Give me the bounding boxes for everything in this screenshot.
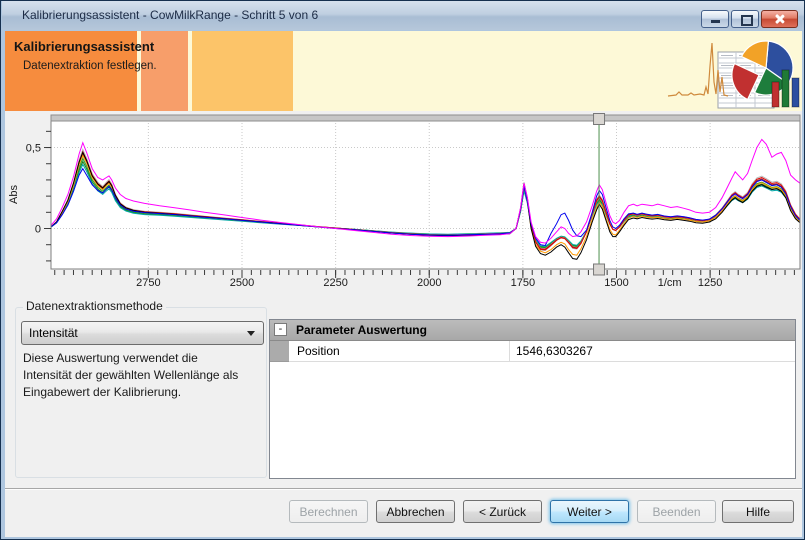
svg-text:2250: 2250: [323, 277, 347, 289]
close-icon: [774, 14, 785, 25]
beenden-button[interactable]: Beenden: [637, 500, 716, 523]
parameter-row[interactable]: Position 1546,6303267: [270, 341, 795, 362]
minimize-button[interactable]: [701, 10, 729, 28]
berechnen-button[interactable]: Berechnen: [289, 500, 368, 523]
combobox-value: Intensität: [29, 322, 78, 344]
footer-separator: [5, 488, 802, 490]
banner-illustration: [666, 32, 801, 110]
svg-text:0: 0: [35, 224, 41, 236]
restore-icon: [741, 15, 753, 26]
method-description-line: Diese Auswertung verwendet die: [23, 351, 198, 365]
parameter-grid: - Parameter Auswertung Position 1546,630…: [269, 319, 796, 479]
window-title: Kalibrierungsassistent - CowMilkRange - …: [22, 1, 318, 30]
wizard-window: Kalibrierungsassistent - CowMilkRange - …: [0, 0, 805, 540]
wizard-banner: Kalibrierungsassistent Datenextraktion f…: [5, 31, 802, 112]
svg-text:1250: 1250: [698, 277, 722, 289]
position-value-field[interactable]: 1546,6303267: [510, 341, 795, 362]
svg-text:Abs: Abs: [8, 185, 20, 204]
chevron-down-icon: [247, 331, 255, 336]
titlebar[interactable]: Kalibrierungsassistent - CowMilkRange - …: [2, 1, 805, 30]
hilfe-button[interactable]: Hilfe: [722, 500, 794, 523]
parameter-name: Position: [289, 341, 510, 362]
method-combobox[interactable]: Intensität: [21, 321, 264, 345]
wizard-step-subtitle: Datenextraktion festlegen.: [23, 60, 157, 72]
method-description-line: Intensität der gewählten Wellenlänge als: [23, 368, 238, 382]
svg-text:1500: 1500: [604, 277, 628, 289]
svg-text:2000: 2000: [417, 277, 441, 289]
wizard-title: Kalibrierungsassistent: [14, 39, 154, 54]
abbrechen-button[interactable]: Abbrechen: [376, 500, 455, 523]
method-description-line: Eingabewert der Kalibrierung.: [23, 385, 181, 399]
minimize-icon: [711, 20, 720, 23]
parameter-grid-title: Parameter Auswertung: [296, 320, 427, 340]
row-gutter: [270, 341, 289, 362]
svg-text:1/cm: 1/cm: [658, 277, 682, 289]
cursor-handle-top[interactable]: [594, 114, 605, 125]
close-button[interactable]: [761, 10, 798, 28]
zurueck-button[interactable]: < Zurück: [463, 500, 542, 523]
banner-block-3: [192, 31, 293, 111]
svg-text:2750: 2750: [136, 277, 160, 289]
restore-button[interactable]: [731, 10, 759, 28]
svg-text:1750: 1750: [511, 277, 535, 289]
svg-text:2500: 2500: [230, 277, 254, 289]
svg-text:0,5: 0,5: [26, 143, 41, 155]
weiter-button[interactable]: Weiter >: [550, 500, 629, 523]
parameter-grid-header: - Parameter Auswertung: [270, 320, 795, 341]
spectrum-chart[interactable]: 2750 2500 2250 2000 1750 1500 1250 1/cm 0,5 0 Abs: [5, 112, 802, 297]
collapse-icon[interactable]: -: [274, 323, 287, 336]
method-group-label: Datenextraktionsmethode: [23, 299, 166, 313]
cursor-handle-bottom[interactable]: [594, 264, 605, 275]
